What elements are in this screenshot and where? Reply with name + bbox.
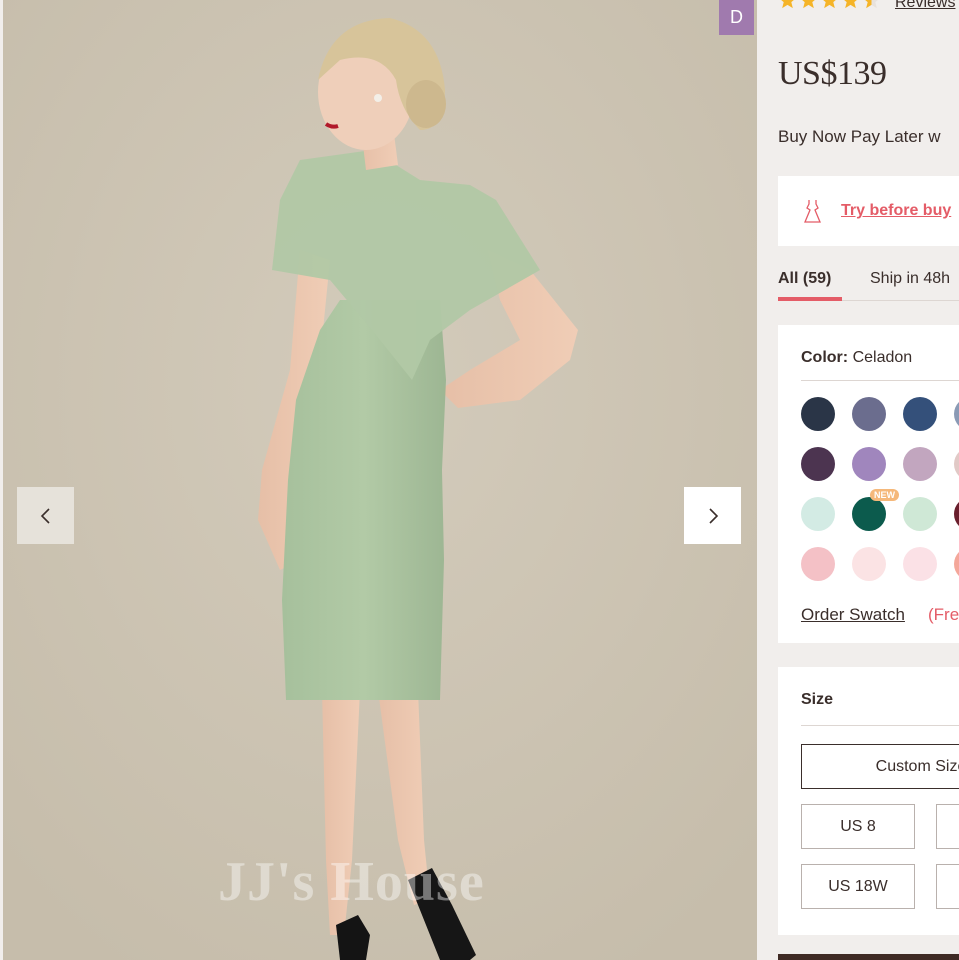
add-to-cart-bar[interactable] (778, 954, 959, 960)
color-swatch[interactable] (852, 547, 886, 581)
gallery-edge (0, 0, 3, 960)
product-photo (0, 0, 757, 960)
try-before-buy-card[interactable]: Try before buy (778, 176, 959, 246)
size-title: Size (801, 691, 834, 708)
stock-tabs: All (59) Ship in 48h (778, 268, 959, 301)
color-swatch[interactable] (954, 397, 959, 431)
star-half-icon (865, 0, 878, 9)
color-swatch[interactable] (852, 497, 886, 531)
brand-watermark: JJ's House (218, 851, 485, 913)
product-info-panel: Reviews US$139 Buy Now Pay Later w Try b… (757, 0, 959, 960)
color-swatch[interactable] (903, 397, 937, 431)
color-swatch[interactable] (801, 547, 835, 581)
star-icon (802, 0, 815, 9)
color-swatch[interactable] (903, 547, 937, 581)
color-swatch[interactable] (954, 497, 959, 531)
size-option[interactable] (936, 804, 959, 849)
size-selector: Size Custom Size US 8 US 18W (778, 667, 959, 935)
color-swatch[interactable] (801, 497, 835, 531)
color-swatch[interactable] (852, 447, 886, 481)
color-swatch[interactable] (903, 497, 937, 531)
color-swatch[interactable] (801, 397, 835, 431)
product-image-gallery: JJ's House D (0, 0, 757, 960)
star-icon (844, 0, 857, 9)
dress-icon (804, 200, 821, 223)
divider (801, 380, 959, 381)
reviews-link[interactable]: Reviews (895, 0, 955, 12)
color-swatch[interactable] (903, 447, 937, 481)
free-swatch-note: (Free (928, 605, 959, 624)
rating-stars (778, 0, 881, 10)
order-swatch-link[interactable]: Order Swatch (801, 605, 905, 625)
tab-ship-48h[interactable]: Ship in 48h (870, 270, 950, 288)
color-label: Color: Celadon (801, 349, 913, 366)
chevron-right-icon (708, 507, 718, 524)
previous-image-button[interactable] (17, 487, 74, 544)
color-swatch[interactable] (852, 397, 886, 431)
tab-all[interactable]: All (59) (778, 270, 843, 301)
color-selector: Color: Celadon NEW Order Swatch (Free (778, 325, 959, 643)
try-before-buy-link[interactable]: Try before buy (841, 202, 951, 220)
user-badge[interactable]: D (719, 0, 754, 35)
custom-size-button[interactable]: Custom Size (801, 744, 959, 789)
color-swatch[interactable] (954, 447, 959, 481)
divider (801, 725, 959, 726)
new-tag: NEW (870, 489, 899, 501)
next-image-button[interactable] (684, 487, 741, 544)
color-swatch[interactable] (801, 447, 835, 481)
size-option-us-18w[interactable]: US 18W (801, 864, 915, 909)
color-swatch[interactable] (954, 547, 959, 581)
star-icon (823, 0, 836, 9)
chevron-left-icon (40, 507, 50, 524)
buy-now-pay-later-text: Buy Now Pay Later w (778, 127, 941, 146)
selected-color-name: Celadon (852, 349, 913, 366)
size-option-us-8[interactable]: US 8 (801, 804, 915, 849)
size-option[interactable] (936, 864, 959, 909)
star-icon (781, 0, 794, 9)
product-price: US$139 (778, 55, 887, 92)
